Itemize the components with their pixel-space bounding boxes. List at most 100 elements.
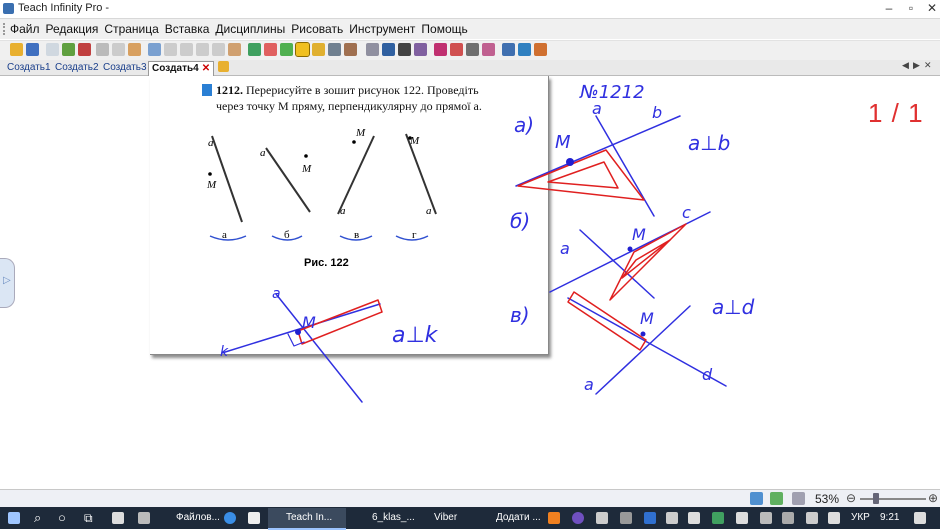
tools-icon[interactable] bbox=[534, 43, 547, 56]
menu-draw[interactable]: Рисовать bbox=[291, 22, 343, 36]
stamp-icon[interactable] bbox=[344, 43, 357, 56]
shape-icon[interactable] bbox=[366, 43, 379, 56]
tray-app-10-icon[interactable] bbox=[806, 512, 818, 524]
taskbar-app-label: 6_klas_... bbox=[372, 512, 415, 523]
tray-app-7-icon[interactable] bbox=[736, 512, 748, 524]
copy-icon[interactable] bbox=[196, 43, 209, 56]
menu-file[interactable]: Файл bbox=[10, 22, 40, 36]
record-icon[interactable] bbox=[518, 43, 531, 56]
line-icon[interactable] bbox=[382, 43, 395, 56]
zoom-slider[interactable] bbox=[860, 498, 926, 500]
language-indicator[interactable]: УКР bbox=[851, 507, 870, 529]
save-icon[interactable] bbox=[26, 43, 39, 56]
copy-page-icon[interactable] bbox=[78, 43, 91, 56]
new-page-icon[interactable] bbox=[46, 43, 59, 56]
calculator-icon[interactable] bbox=[138, 512, 150, 524]
tab-create3[interactable]: Создать3 bbox=[100, 61, 150, 75]
marker-icon[interactable] bbox=[312, 43, 325, 56]
open-icon[interactable] bbox=[10, 43, 23, 56]
tray-app-2-icon[interactable] bbox=[572, 512, 584, 524]
zoom-in-icon[interactable]: ⊕ bbox=[928, 491, 938, 505]
print-icon[interactable] bbox=[112, 43, 125, 56]
ink-part-a: а) bbox=[514, 113, 534, 137]
fx-icon[interactable] bbox=[434, 43, 447, 56]
tab-create1[interactable]: Создать1 bbox=[4, 61, 54, 75]
start-icon[interactable] bbox=[8, 512, 20, 524]
ink-label-d: d bbox=[702, 365, 713, 384]
image-icon[interactable] bbox=[62, 43, 75, 56]
search-icon[interactable]: ⌕ bbox=[34, 507, 41, 529]
menu-disciplines[interactable]: Дисциплины bbox=[215, 22, 285, 36]
cortana-icon[interactable]: ○ bbox=[58, 507, 66, 529]
store-icon[interactable] bbox=[248, 512, 260, 524]
taskbar-app-chrome[interactable]: Додати ... bbox=[478, 508, 556, 528]
ink-label-k: k bbox=[220, 344, 229, 360]
edge-icon[interactable] bbox=[224, 512, 236, 524]
tab-next-icon[interactable]: ▶ bbox=[913, 60, 920, 71]
add-tab-icon[interactable] bbox=[218, 61, 229, 72]
menu-page[interactable]: Страница bbox=[104, 22, 158, 36]
taskbar-app-viber[interactable]: Viber bbox=[416, 508, 484, 528]
mail-icon[interactable] bbox=[112, 512, 124, 524]
page-view-icon[interactable] bbox=[750, 492, 763, 505]
tab-prev-icon[interactable]: ◀ bbox=[902, 60, 909, 71]
screen-icon[interactable] bbox=[502, 43, 515, 56]
stamp2-icon[interactable] bbox=[414, 43, 427, 56]
abc-icon[interactable] bbox=[450, 43, 463, 56]
pointer-icon[interactable] bbox=[248, 43, 261, 56]
ink-label-a-2: a bbox=[560, 239, 570, 258]
taskbar: ⌕ ○ ⧉ Файлов... Teach In... 6_klas_... V… bbox=[0, 507, 940, 530]
tab-create4[interactable]: Создать4 ✕ bbox=[148, 61, 215, 76]
menu-tools[interactable]: Инструмент bbox=[349, 22, 415, 36]
taskbar-app-teach[interactable]: Teach In... bbox=[268, 508, 346, 530]
volume-icon[interactable] bbox=[596, 512, 608, 524]
play-icon[interactable] bbox=[770, 492, 783, 505]
redo-icon[interactable] bbox=[164, 43, 177, 56]
close-button[interactable]: ✕ bbox=[920, 0, 940, 18]
tray-app-9-icon[interactable] bbox=[782, 512, 794, 524]
minimize-button[interactable]: – bbox=[877, 0, 901, 18]
menu-help[interactable]: Помощь bbox=[421, 22, 467, 36]
task-view-icon[interactable]: ⧉ bbox=[84, 507, 93, 529]
delete-icon[interactable] bbox=[228, 43, 241, 56]
highlighter-icon[interactable] bbox=[295, 42, 310, 57]
cut-icon[interactable] bbox=[180, 43, 193, 56]
tray-app-5-icon[interactable] bbox=[688, 512, 700, 524]
tab-create2[interactable]: Создать2 bbox=[52, 61, 102, 75]
ink-line-k bbox=[221, 303, 381, 354]
ink-label-m-2: M bbox=[632, 225, 646, 244]
pen-icon[interactable] bbox=[280, 43, 293, 56]
network-icon[interactable] bbox=[620, 512, 632, 524]
undo-icon[interactable] bbox=[148, 43, 161, 56]
fit-icon[interactable] bbox=[792, 492, 805, 505]
clock[interactable]: 9:21 bbox=[880, 507, 899, 529]
tray-app-8-icon[interactable] bbox=[760, 512, 772, 524]
notifications-icon[interactable] bbox=[914, 512, 926, 524]
ink-label-a-3: a bbox=[584, 375, 594, 394]
tray-app-1-icon[interactable] bbox=[548, 512, 560, 524]
keyboard-icon[interactable] bbox=[466, 43, 479, 56]
tab-label: Создать3 bbox=[103, 62, 147, 73]
menu-insert[interactable]: Вставка bbox=[165, 22, 210, 36]
zoom-out-icon[interactable]: ⊖ bbox=[846, 491, 856, 505]
hand-icon[interactable] bbox=[128, 43, 141, 56]
paste-icon[interactable] bbox=[212, 43, 225, 56]
tray-app-4-icon[interactable] bbox=[666, 512, 678, 524]
tray-app-3-icon[interactable] bbox=[644, 512, 656, 524]
tray-app-6-icon[interactable] bbox=[712, 512, 724, 524]
tab-close-icon[interactable]: ✕ bbox=[924, 60, 932, 71]
export-icon[interactable] bbox=[96, 43, 109, 56]
menu-edit[interactable]: Редакция bbox=[46, 22, 99, 36]
text-icon[interactable] bbox=[398, 43, 411, 56]
flask-icon[interactable] bbox=[482, 43, 495, 56]
eraser-icon[interactable] bbox=[264, 43, 277, 56]
window-title: Teach Infinity Pro - bbox=[18, 2, 110, 14]
ink-line-a-3 bbox=[275, 293, 363, 403]
brush-icon[interactable] bbox=[328, 43, 341, 56]
ink-point-m-4 bbox=[640, 331, 646, 337]
ink-label-a-4: a bbox=[272, 286, 281, 302]
close-tab-icon[interactable]: ✕ bbox=[202, 63, 210, 74]
ink-label-a-1: a bbox=[592, 99, 602, 118]
zoom-slider-thumb[interactable] bbox=[873, 493, 879, 504]
battery-icon[interactable] bbox=[828, 512, 840, 524]
